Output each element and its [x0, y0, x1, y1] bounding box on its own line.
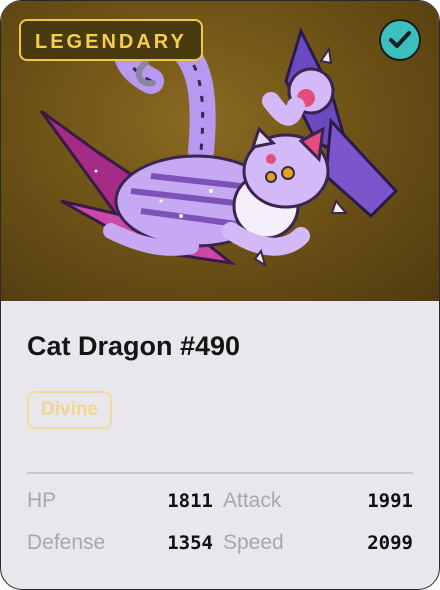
stat-value: 2099: [367, 532, 413, 554]
stat-label: HP: [27, 489, 57, 512]
divider: [27, 472, 413, 474]
stat-hp: HP 1811: [27, 486, 213, 516]
type-badge: Divine: [27, 391, 113, 429]
stat-value: 1991: [367, 490, 413, 512]
checkmark-icon: [389, 31, 411, 48]
stat-label: Attack: [223, 489, 282, 512]
nft-card[interactable]: LEGENDARY Cat Dragon #490 Divine HP 1811…: [0, 0, 440, 590]
stat-defense: Defense 1354: [27, 528, 213, 558]
stat-value: 1811: [167, 490, 213, 512]
stat-label: Speed: [223, 531, 284, 554]
stat-speed: Speed 2099: [223, 528, 413, 558]
stat-label: Defense: [27, 531, 106, 554]
rarity-badge: LEGENDARY: [19, 19, 203, 61]
stat-value: 1354: [167, 532, 213, 554]
verified-badge[interactable]: [379, 19, 421, 61]
creature-artwork: LEGENDARY: [1, 1, 439, 301]
stat-attack: Attack 1991: [223, 486, 413, 516]
card-title: Cat Dragon #490: [27, 331, 241, 361]
